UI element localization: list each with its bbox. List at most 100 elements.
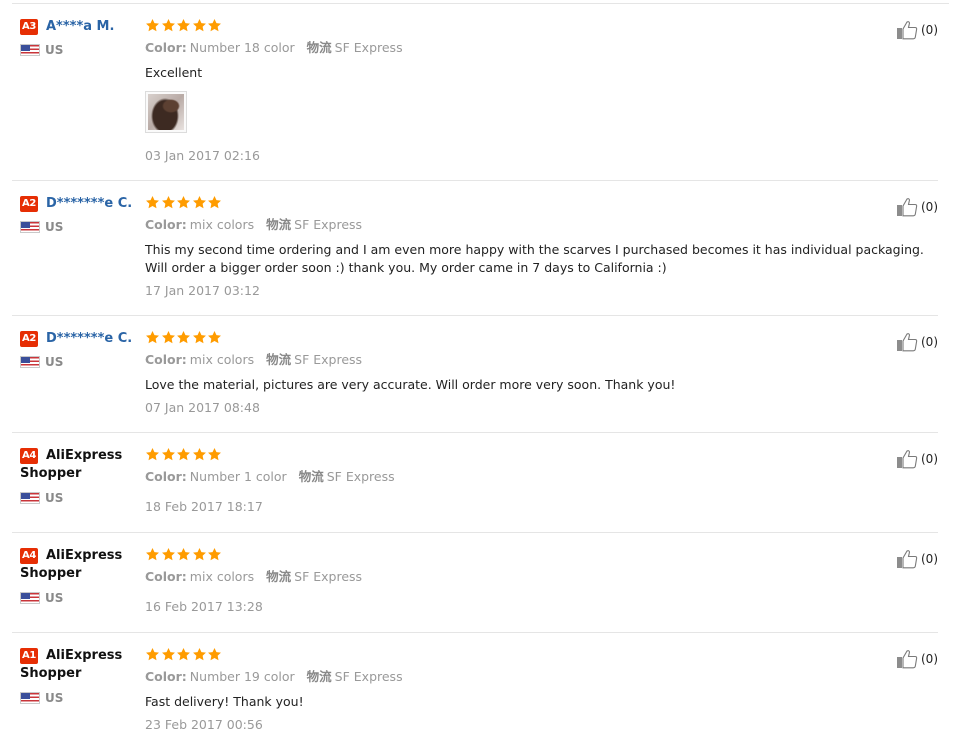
star-icon	[145, 195, 160, 210]
color-value: mix colors	[189, 569, 255, 584]
country-code: US	[45, 491, 64, 505]
star-icon	[176, 195, 191, 210]
thumbs-up-icon[interactable]	[896, 549, 918, 569]
star-icon	[207, 195, 222, 210]
thumbs-up-icon[interactable]	[896, 20, 918, 40]
star-icon	[207, 647, 222, 662]
review-photo-thumbnail[interactable]	[145, 91, 187, 133]
shipping-value: SF Express	[334, 40, 403, 55]
helpful-count: (0)	[921, 652, 938, 666]
star-icon	[192, 547, 207, 562]
review-text: Love the material, pictures are very acc…	[145, 377, 676, 392]
review-divider	[12, 432, 938, 433]
review-date: 03 Jan 2017 02:16	[145, 148, 260, 163]
shipping-value: SF Express	[294, 217, 363, 232]
review-divider	[12, 315, 938, 316]
review-photo	[148, 94, 184, 130]
review-date: 07 Jan 2017 08:48	[145, 400, 260, 415]
star-icon	[207, 547, 222, 562]
country-code: US	[45, 591, 64, 605]
review-date: 17 Jan 2017 03:12	[145, 283, 260, 298]
thumbs-up-icon[interactable]	[896, 449, 918, 469]
star-icon	[192, 647, 207, 662]
reviewer-name[interactable]: AliExpress Shopper	[20, 447, 130, 483]
star-icon	[145, 547, 160, 562]
star-rating	[145, 330, 223, 346]
us-flag-icon	[20, 221, 40, 233]
star-icon	[176, 18, 191, 33]
helpful-count: (0)	[921, 452, 938, 466]
helpful-vote[interactable]: (0)	[894, 449, 938, 469]
shipping-label: 物流	[306, 669, 332, 684]
star-icon	[161, 18, 176, 33]
review-item: A2 D*******e C. US Color: mix colors 物流 SF …	[12, 330, 938, 433]
helpful-vote[interactable]: (0)	[894, 332, 938, 352]
helpful-count: (0)	[921, 335, 938, 349]
review-text: Fast delivery! Thank you!	[145, 694, 304, 709]
review-divider	[12, 180, 938, 181]
color-label: Color:	[145, 352, 187, 367]
us-flag-icon	[20, 592, 40, 604]
thumbs-up-icon[interactable]	[896, 332, 918, 352]
reviewer-name[interactable]: AliExpress Shopper	[20, 547, 130, 583]
color-value: mix colors	[189, 352, 255, 367]
star-icon	[176, 547, 191, 562]
order-attributes: Color: mix colors 物流 SF Express	[145, 569, 362, 585]
star-icon	[207, 18, 222, 33]
country-code: US	[45, 43, 64, 57]
order-attributes: Color: mix colors 物流 SF Express	[145, 352, 362, 368]
star-icon	[192, 18, 207, 33]
star-icon	[161, 547, 176, 562]
review-date: 18 Feb 2017 18:17	[145, 499, 263, 514]
star-icon	[176, 447, 191, 462]
shipping-label: 物流	[298, 469, 324, 484]
review-item: A4 AliExpress Shopper US Color: mix color…	[12, 547, 938, 633]
star-rating	[145, 647, 223, 663]
star-icon	[161, 330, 176, 345]
us-flag-icon	[20, 492, 40, 504]
review-date: 16 Feb 2017 13:28	[145, 599, 263, 614]
star-icon	[161, 195, 176, 210]
helpful-count: (0)	[921, 200, 938, 214]
us-flag-icon	[20, 44, 40, 56]
shipping-value: SF Express	[326, 469, 395, 484]
color-label: Color:	[145, 217, 187, 232]
review-text: This my second time ordering and I am ev…	[145, 242, 924, 275]
helpful-vote[interactable]: (0)	[894, 197, 938, 217]
review-item: A3 A****a M. US Color: Number 18 color 物流 S…	[12, 18, 938, 181]
review-item: A4 AliExpress Shopper US Color: Number 1 …	[12, 447, 938, 533]
star-icon	[145, 447, 160, 462]
order-attributes: Color: Number 18 color 物流 SF Express	[145, 40, 403, 56]
review-item: A1 AliExpress Shopper US Color: Number 19…	[12, 647, 938, 742]
thumbs-up-icon[interactable]	[896, 197, 918, 217]
color-label: Color:	[145, 569, 187, 584]
review-text: Excellent	[145, 65, 203, 80]
shipping-value: SF Express	[294, 352, 363, 367]
color-value: Number 1 color	[189, 469, 287, 484]
country-code: US	[45, 355, 64, 369]
star-rating	[145, 195, 223, 211]
reviewer-name[interactable]: A****a M.	[46, 18, 142, 36]
helpful-vote[interactable]: (0)	[894, 20, 938, 40]
buyer-level-badge: A3	[20, 19, 38, 35]
star-icon	[145, 330, 160, 345]
shipping-label: 物流	[266, 217, 292, 232]
shipping-label: 物流	[266, 569, 292, 584]
color-label: Color:	[145, 40, 187, 55]
reviewer-name[interactable]: AliExpress Shopper	[20, 647, 130, 683]
reviewer-name[interactable]: D*******e C.	[46, 330, 142, 348]
shipping-label: 物流	[306, 40, 332, 55]
shipping-value: SF Express	[294, 569, 363, 584]
helpful-vote[interactable]: (0)	[894, 549, 938, 569]
star-icon	[207, 447, 222, 462]
helpful-count: (0)	[921, 23, 938, 37]
order-attributes: Color: mix colors 物流 SF Express	[145, 217, 362, 233]
country-code: US	[45, 691, 64, 705]
star-icon	[176, 647, 191, 662]
us-flag-icon	[20, 356, 40, 368]
thumbs-up-icon[interactable]	[896, 649, 918, 669]
buyer-level-badge: A2	[20, 331, 38, 347]
reviewer-name[interactable]: D*******e C.	[46, 195, 142, 213]
helpful-vote[interactable]: (0)	[894, 649, 938, 669]
star-icon	[192, 330, 207, 345]
